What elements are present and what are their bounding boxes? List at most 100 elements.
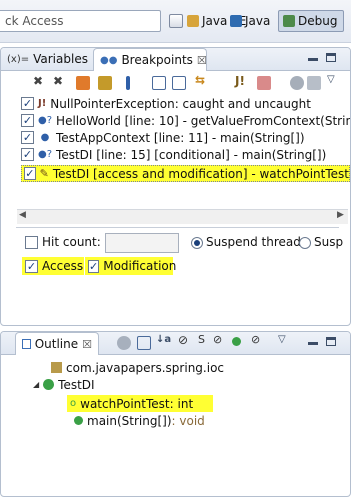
hit-count-row: Hit count: Suspend thread Susp: [25, 233, 350, 253]
remove-icon[interactable]: ✖: [33, 74, 43, 88]
breakpoint-row[interactable]: ✓ ● TestAppContext [line: 11] - main(Str…: [21, 129, 305, 146]
close-icon[interactable]: ☒: [82, 338, 92, 351]
tab-label: Variables: [33, 52, 88, 66]
breakpoint-checkbox[interactable]: ✓: [21, 114, 34, 127]
java-icon: [230, 15, 242, 27]
conditional-breakpoint-icon: ●?: [38, 115, 53, 126]
class-label: TestDI: [58, 377, 95, 392]
hide-local-types-icon[interactable]: ⊘: [251, 333, 260, 346]
sort-icon[interactable]: ↓a: [156, 334, 171, 345]
hide-fields-icon[interactable]: ⊘: [178, 333, 188, 347]
breakpoint-label: TestDI [access and modification] - watch…: [52, 166, 349, 181]
perspective-java[interactable]: Java: [226, 10, 274, 32]
tab-variables[interactable]: (x)= Variables: [1, 48, 93, 70]
link-icon[interactable]: ⇆: [195, 73, 205, 87]
outline-tree: com.javapapers.spring.ioc ◢ TestDI o wat…: [1, 357, 350, 477]
breakpoint-checkbox[interactable]: ✓: [21, 131, 34, 144]
skip-all-icon[interactable]: [307, 76, 321, 90]
java-exception-icon[interactable]: J!: [235, 74, 245, 88]
public-member-icon[interactable]: [232, 337, 241, 346]
breakpoint-checkbox[interactable]: ✓: [24, 167, 36, 180]
debug-icon: [283, 15, 295, 27]
tab-breakpoints[interactable]: ●● Breakpoints ☒: [93, 48, 207, 71]
access-option[interactable]: ✓ Access: [22, 257, 84, 275]
hide-static-icon[interactable]: S: [198, 333, 205, 346]
watchpoint-icon: ✎: [39, 167, 49, 180]
class-icon: [43, 379, 55, 390]
conditional-breakpoint-icon: ●?: [38, 149, 53, 160]
modification-checkbox[interactable]: ✓: [88, 259, 100, 273]
field-name: watchPointTest: [80, 396, 170, 411]
tab-outline[interactable]: Outline ☒: [15, 332, 99, 355]
perspective-label: Java: [245, 14, 271, 28]
view-tabs: (x)= Variables ●● Breakpoints ☒: [1, 48, 350, 71]
perspective-debug[interactable]: Debug: [278, 10, 344, 32]
method-icon: [74, 416, 83, 425]
hit-count-input[interactable]: [105, 233, 179, 253]
package-icon: [51, 362, 62, 373]
perspective-label: Debug: [298, 14, 338, 28]
java-ee-icon: [187, 15, 199, 27]
go-to-file-icon[interactable]: [126, 76, 130, 90]
remove-all-icon[interactable]: ✖: [53, 74, 63, 88]
collapse-all-icon[interactable]: [137, 336, 151, 350]
breakpoint-label: TestDI [line: 15] [conditional] - main(S…: [56, 147, 327, 162]
breakpoint-row[interactable]: ✓ J! NullPointerException: caught and un…: [21, 95, 311, 112]
suspend-thread-radio[interactable]: [191, 237, 203, 249]
outline-view: Outline ☒ ↓a ⊘ S ⊘ ⊘ ▽ com.javapapers.sp…: [0, 331, 351, 497]
tree-item-class[interactable]: ◢ TestDI: [33, 376, 95, 393]
group-icon[interactable]: [290, 76, 304, 90]
quick-access-input[interactable]: ck Access: [0, 10, 161, 32]
breakpoint-label: HelloWorld [line: 10] - getValueFromCont…: [56, 113, 351, 128]
open-perspective-icon[interactable]: [169, 14, 183, 28]
expand-all-icon[interactable]: [152, 76, 166, 90]
breakpoint-row[interactable]: ✓ ●? TestDI [line: 15] [conditional] - m…: [21, 146, 326, 163]
breakpoints-toolbar: ✖ ✖ ⇆ J! ▽: [31, 73, 346, 93]
collapse-all-icon[interactable]: [172, 76, 186, 90]
maximize-icon[interactable]: [326, 53, 336, 62]
breakpoints-icon: ●●: [100, 54, 118, 66]
scroll-left-icon[interactable]: ◀: [19, 210, 26, 220]
breakpoint-checkbox[interactable]: ✓: [21, 97, 34, 110]
method-type: : void: [171, 413, 205, 428]
tab-label: Outline: [34, 337, 79, 351]
breakpoint-row[interactable]: ✓ ●? HelloWorld [line: 10] - getValueFro…: [21, 112, 351, 129]
maximize-icon[interactable]: [326, 337, 336, 346]
field-icon: o: [70, 398, 77, 409]
show-breakpoints-icon[interactable]: [76, 76, 90, 90]
hide-nonpublic-icon[interactable]: ⊘: [213, 333, 222, 346]
tree-item-field[interactable]: o watchPointTest : int: [67, 395, 213, 412]
view-menu-icon[interactable]: ▽: [278, 334, 286, 345]
view-tabs: Outline ☒ ↓a ⊘ S ⊘ ⊘ ▽: [1, 332, 350, 355]
breakpoints-view: (x)= Variables ●● Breakpoints ☒ ✖ ✖ ⇆ J!…: [0, 47, 351, 326]
focus-icon[interactable]: [117, 336, 131, 350]
minimize-icon[interactable]: [308, 58, 318, 61]
skip-breakpoints-icon[interactable]: [257, 76, 271, 90]
tree-item-method[interactable]: main(String[]) : void: [74, 412, 205, 429]
minimize-icon[interactable]: [308, 342, 318, 345]
outline-icon: [22, 339, 31, 349]
divider: [16, 227, 339, 228]
suspend-vm-radio[interactable]: [299, 237, 311, 249]
tree-item-package[interactable]: com.javapapers.spring.ioc: [51, 359, 224, 376]
modification-label: Modification: [103, 259, 177, 273]
access-label: Access: [42, 259, 84, 273]
modification-option[interactable]: ✓ Modification: [85, 257, 177, 275]
method-name: main(String[]): [87, 413, 172, 428]
package-label: com.javapapers.spring.ioc: [66, 360, 225, 375]
hit-count-checkbox[interactable]: [25, 236, 38, 249]
breakpoints-list: ✓ J! NullPointerException: caught and un…: [1, 94, 350, 212]
view-menu-icon[interactable]: ▽: [327, 74, 335, 85]
suspend-thread-label: Suspend thread: [206, 235, 301, 249]
breakpoint-checkbox[interactable]: ✓: [21, 148, 34, 161]
close-icon[interactable]: ☒: [197, 54, 207, 67]
tree-expand-icon[interactable]: ◢: [33, 380, 39, 389]
line-breakpoint-icon: ●: [40, 132, 50, 143]
suspend-vm-label: Susp: [314, 235, 344, 249]
breakpoint-row-selected[interactable]: ✓ ✎ TestDI [access and modification] - w…: [21, 165, 350, 182]
scroll-right-icon[interactable]: ▶: [337, 210, 344, 220]
access-checkbox[interactable]: ✓: [25, 259, 38, 273]
show-types-icon[interactable]: [98, 76, 112, 90]
hit-count-label: Hit count:: [42, 235, 101, 249]
horizontal-scrollbar[interactable]: ◀ ▶: [17, 209, 348, 224]
